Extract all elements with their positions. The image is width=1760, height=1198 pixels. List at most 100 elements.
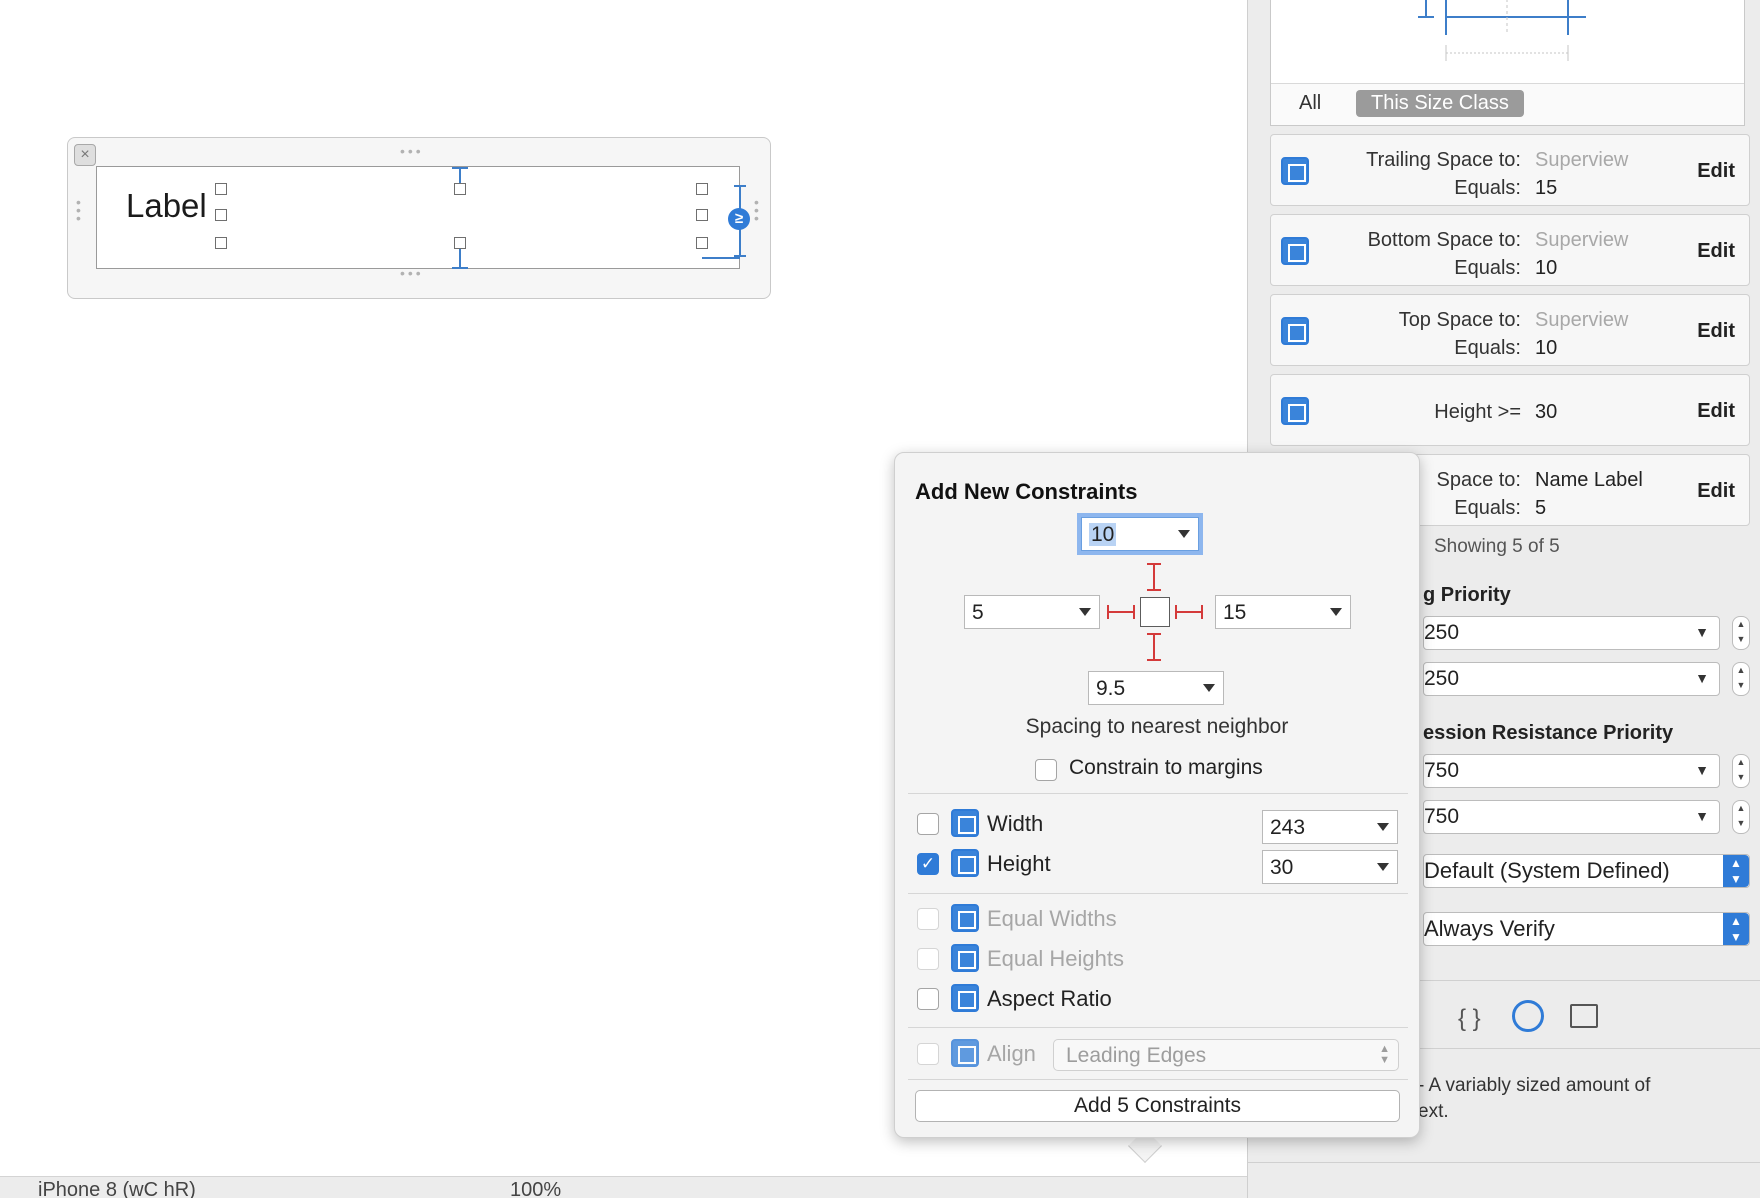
chevron-down-icon[interactable]: [1377, 823, 1389, 831]
cell-content-view[interactable]: Label ≥: [96, 166, 750, 269]
equal-heights-icon: [951, 944, 979, 972]
object-library-icon[interactable]: [1512, 1000, 1544, 1032]
constraint-preview: All This Size Class: [1270, 0, 1745, 126]
selection-handle[interactable]: [215, 237, 227, 249]
trailing-spacing-field[interactable]: 15: [1215, 595, 1351, 629]
edit-button[interactable]: Edit: [1697, 400, 1735, 423]
constraint-key: Equals:: [1454, 497, 1521, 519]
edit-button[interactable]: Edit: [1697, 320, 1735, 343]
align-checkbox[interactable]: [917, 1043, 939, 1065]
resize-grip-top[interactable]: •••: [400, 144, 424, 158]
cell-label[interactable]: Label: [126, 187, 207, 225]
constraint-target: Name Label: [1535, 469, 1643, 491]
chevron-down-icon[interactable]: [1330, 608, 1342, 616]
selection-handle[interactable]: [696, 183, 708, 195]
chevron-down-icon[interactable]: [1079, 608, 1091, 616]
selection-handle[interactable]: [696, 237, 708, 249]
select-value: Leading Edges: [1066, 1044, 1207, 1067]
height-checkbox[interactable]: ✓: [917, 853, 939, 875]
constraint-key: Bottom Space to:: [1367, 229, 1521, 251]
selection-handle[interactable]: [215, 183, 227, 195]
view-placeholder: [1140, 597, 1170, 627]
selection-handle[interactable]: [454, 183, 466, 195]
strut-cap: [1147, 563, 1161, 565]
height-field[interactable]: 30: [1262, 850, 1398, 884]
constrain-margins-checkbox[interactable]: [1035, 759, 1057, 781]
resize-grip-left[interactable]: • • •: [76, 195, 84, 225]
compression-vertical-stepper[interactable]: ▲ ▼: [1732, 800, 1750, 834]
trailing-space-icon: [1281, 157, 1309, 185]
updown-icon: ▲ ▼: [1723, 855, 1749, 887]
compression-vertical-select[interactable]: 750 ▼: [1423, 800, 1720, 834]
add-constraints-button[interactable]: Add 5 Constraints: [915, 1090, 1400, 1122]
library-description-2: ext.: [1418, 1101, 1449, 1122]
constraint-target: Superview: [1535, 229, 1629, 251]
top-spacing-field[interactable]: 10: [1081, 517, 1199, 551]
constraint-row-top[interactable]: Top Space to: Superview Equals: 10 Edit: [1270, 294, 1750, 366]
close-icon[interactable]: ×: [74, 144, 96, 166]
compression-horizontal-stepper[interactable]: ▲ ▼: [1732, 754, 1750, 788]
resize-grip-right[interactable]: • • •: [754, 195, 762, 225]
select-value: 750: [1424, 805, 1460, 828]
height-icon: [951, 849, 979, 877]
table-view-cell[interactable]: × ••• ••• • • • • • • Label ≥: [67, 137, 771, 299]
top-strut[interactable]: [1153, 563, 1155, 591]
edit-button[interactable]: Edit: [1697, 240, 1735, 263]
field-value: 9.5: [1096, 677, 1126, 700]
width-label[interactable]: Width: [987, 811, 1043, 837]
braces-icon[interactable]: { }: [1458, 1005, 1481, 1033]
selection-handle[interactable]: [696, 209, 708, 221]
strut-cap: [1133, 605, 1135, 619]
edit-button[interactable]: Edit: [1697, 160, 1735, 183]
top-space-icon: [1281, 317, 1309, 345]
aspect-ratio-label[interactable]: Aspect Ratio: [987, 986, 1112, 1012]
resize-grip-bottom[interactable]: •••: [400, 266, 424, 280]
height-label[interactable]: Height: [987, 851, 1051, 877]
bottom-strut[interactable]: [1153, 633, 1155, 661]
equal-widths-checkbox[interactable]: [917, 908, 939, 930]
equal-widths-label[interactable]: Equal Widths: [987, 906, 1117, 932]
width-checkbox[interactable]: [917, 813, 939, 835]
align-select[interactable]: Leading Edges ▲ ▼: [1053, 1039, 1399, 1071]
chevron-down-icon[interactable]: [1377, 863, 1389, 871]
equal-heights-checkbox[interactable]: [917, 948, 939, 970]
bottom-constraint-line: [459, 249, 461, 269]
equal-heights-label[interactable]: Equal Heights: [987, 946, 1124, 972]
constraint-cap: [734, 255, 746, 257]
constraint-row-bottom[interactable]: Bottom Space to: Superview Equals: 10 Ed…: [1270, 214, 1750, 286]
hugging-horizontal-stepper[interactable]: ▲ ▼: [1732, 616, 1750, 650]
hugging-priority-heading: g Priority: [1423, 584, 1511, 606]
zoom-level[interactable]: 100%: [510, 1179, 561, 1198]
tab-all[interactable]: All: [1299, 92, 1321, 115]
width-field[interactable]: 243: [1262, 810, 1398, 844]
add-constraints-popover: Add New Constraints 10 5 15 9.5 Spacing …: [894, 452, 1420, 1138]
leading-spacing-field[interactable]: 5: [964, 595, 1100, 629]
greater-than-equal-badge[interactable]: ≥: [728, 208, 750, 230]
selection-handle[interactable]: [215, 209, 227, 221]
chevron-down-icon[interactable]: [1203, 684, 1215, 692]
edit-button[interactable]: Edit: [1697, 480, 1735, 503]
hugging-vertical-select[interactable]: 250 ▼: [1423, 662, 1720, 696]
constraint-value: 10: [1535, 257, 1558, 279]
tab-this-size-class[interactable]: This Size Class: [1356, 90, 1524, 117]
device-config[interactable]: iPhone 8 (wC hR): [38, 1179, 196, 1198]
constraint-row-height[interactable]: Height >= 30 Edit: [1270, 374, 1750, 446]
chevron-down-icon[interactable]: [1178, 530, 1190, 538]
trailing-strut[interactable]: [1175, 611, 1203, 613]
intrinsic-size-popup[interactable]: Default (System Defined) ▲ ▼: [1423, 854, 1750, 888]
selection-handle[interactable]: [454, 237, 466, 249]
hugging-horizontal-select[interactable]: 250 ▼: [1423, 616, 1720, 650]
media-library-icon[interactable]: [1570, 1004, 1598, 1028]
constraint-row-trailing[interactable]: Trailing Space to: Superview Equals: 15 …: [1270, 134, 1750, 206]
constraint-value: 30: [1535, 401, 1558, 423]
width-icon: [951, 809, 979, 837]
chevron-down-icon: ▼: [1695, 808, 1709, 824]
leading-strut[interactable]: [1107, 611, 1135, 613]
bottom-spacing-field[interactable]: 9.5: [1088, 671, 1224, 705]
compression-horizontal-select[interactable]: 750 ▼: [1423, 754, 1720, 788]
constrain-margins-label[interactable]: Constrain to margins: [1069, 756, 1263, 780]
ambiguity-popup[interactable]: Always Verify ▲ ▼: [1423, 912, 1750, 946]
aspect-ratio-checkbox[interactable]: [917, 988, 939, 1010]
hugging-vertical-stepper[interactable]: ▲ ▼: [1732, 662, 1750, 696]
constraint-value: 5: [1535, 497, 1547, 519]
